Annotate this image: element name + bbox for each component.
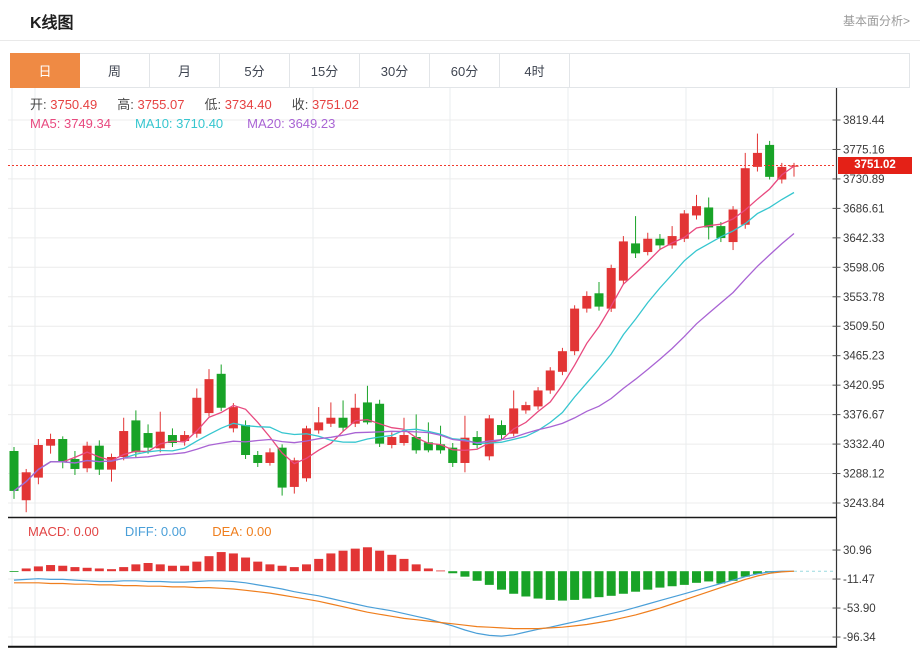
module-header: K线图 基本面分析> <box>0 0 920 41</box>
ma-row-ma10: MA10: 3710.40 <box>135 116 223 131</box>
svg-text:3642.33: 3642.33 <box>843 233 885 245</box>
svg-text:-53.90: -53.90 <box>843 603 876 615</box>
svg-text:3288.12: 3288.12 <box>843 469 885 481</box>
svg-text:3598.06: 3598.06 <box>843 262 885 274</box>
axes <box>8 88 837 648</box>
svg-text:-11.47: -11.47 <box>843 574 875 586</box>
ohlc-row-open: 开: 3750.49 <box>30 94 97 113</box>
svg-text:3465.23: 3465.23 <box>843 351 885 363</box>
kline-module: K线图 基本面分析> 日周月5分15分30分60分4时 3819.44 3775.… <box>0 0 920 650</box>
tab-15min[interactable]: 15分 <box>290 53 360 88</box>
tab-day[interactable]: 日 <box>10 53 80 88</box>
dea-line <box>14 571 794 628</box>
current-price-badge: 3751.02 <box>838 157 912 174</box>
tab-30min[interactable]: 30分 <box>360 53 430 88</box>
ohlc-row-close: 收: 3751.02 <box>292 94 359 113</box>
ohlc-row-high: 高: 3755.07 <box>117 94 184 113</box>
svg-text:3553.78: 3553.78 <box>843 292 885 304</box>
diff-line <box>14 571 794 636</box>
period-tab-bar: 日周月5分15分30分60分4时 <box>10 53 910 88</box>
tab-4hour[interactable]: 4时 <box>500 53 570 88</box>
tab-5min[interactable]: 5分 <box>220 53 290 88</box>
ma10-line <box>14 193 794 491</box>
svg-text:3420.95: 3420.95 <box>843 380 885 392</box>
tab-60min[interactable]: 60分 <box>430 53 500 88</box>
svg-text:3819.44: 3819.44 <box>843 115 885 127</box>
svg-text:3775.16: 3775.16 <box>843 144 885 156</box>
svg-text:3730.89: 3730.89 <box>843 174 885 186</box>
macd-row-dea: DEA: 0.00 <box>212 524 271 539</box>
kline-chart-canvas[interactable]: 3819.44 3775.16 3730.89 3686.61 3642.33 3598.… <box>0 88 920 650</box>
svg-text:30.96: 30.96 <box>843 545 872 557</box>
tab-month[interactable]: 月 <box>150 53 220 88</box>
svg-text:3509.50: 3509.50 <box>843 321 885 333</box>
ohlc-row-low: 低: 3734.40 <box>204 94 271 113</box>
ohlc-legend: 开: 3750.49 高: 3755.07 低: 3734.40 收: 3751.02 <box>30 94 359 113</box>
macd-histogram <box>10 547 787 600</box>
svg-text:3686.61: 3686.61 <box>843 203 885 215</box>
ma-row-ma5: MA5: 3749.34 <box>30 116 111 131</box>
svg-text:3243.84: 3243.84 <box>843 498 885 510</box>
page-title: K线图 <box>30 9 74 33</box>
ma-legend: MA5: 3749.34 MA10: 3710.40 MA20: 3649.23 <box>30 116 335 131</box>
svg-text:3376.67: 3376.67 <box>843 410 885 422</box>
axis-labels: 3819.44 3775.16 3730.89 3686.61 3642.33 3598.… <box>833 115 886 644</box>
svg-text:-96.34: -96.34 <box>843 632 876 644</box>
macd-row-diff: DIFF: 0.00 <box>125 524 186 539</box>
macd-legend: MACD: 0.00 DIFF: 0.00 DEA: 0.00 <box>28 524 272 539</box>
ma-row-ma20: MA20: 3649.23 <box>247 116 335 131</box>
candlestick-series <box>10 134 799 513</box>
tab-bar-filler <box>570 53 910 88</box>
macd-row-macd: MACD: 0.00 <box>28 524 99 539</box>
svg-text:3332.40: 3332.40 <box>843 439 885 451</box>
gridlines <box>8 88 837 646</box>
tab-week[interactable]: 周 <box>80 53 150 88</box>
fundamental-analysis-link[interactable]: 基本面分析> <box>843 12 910 29</box>
